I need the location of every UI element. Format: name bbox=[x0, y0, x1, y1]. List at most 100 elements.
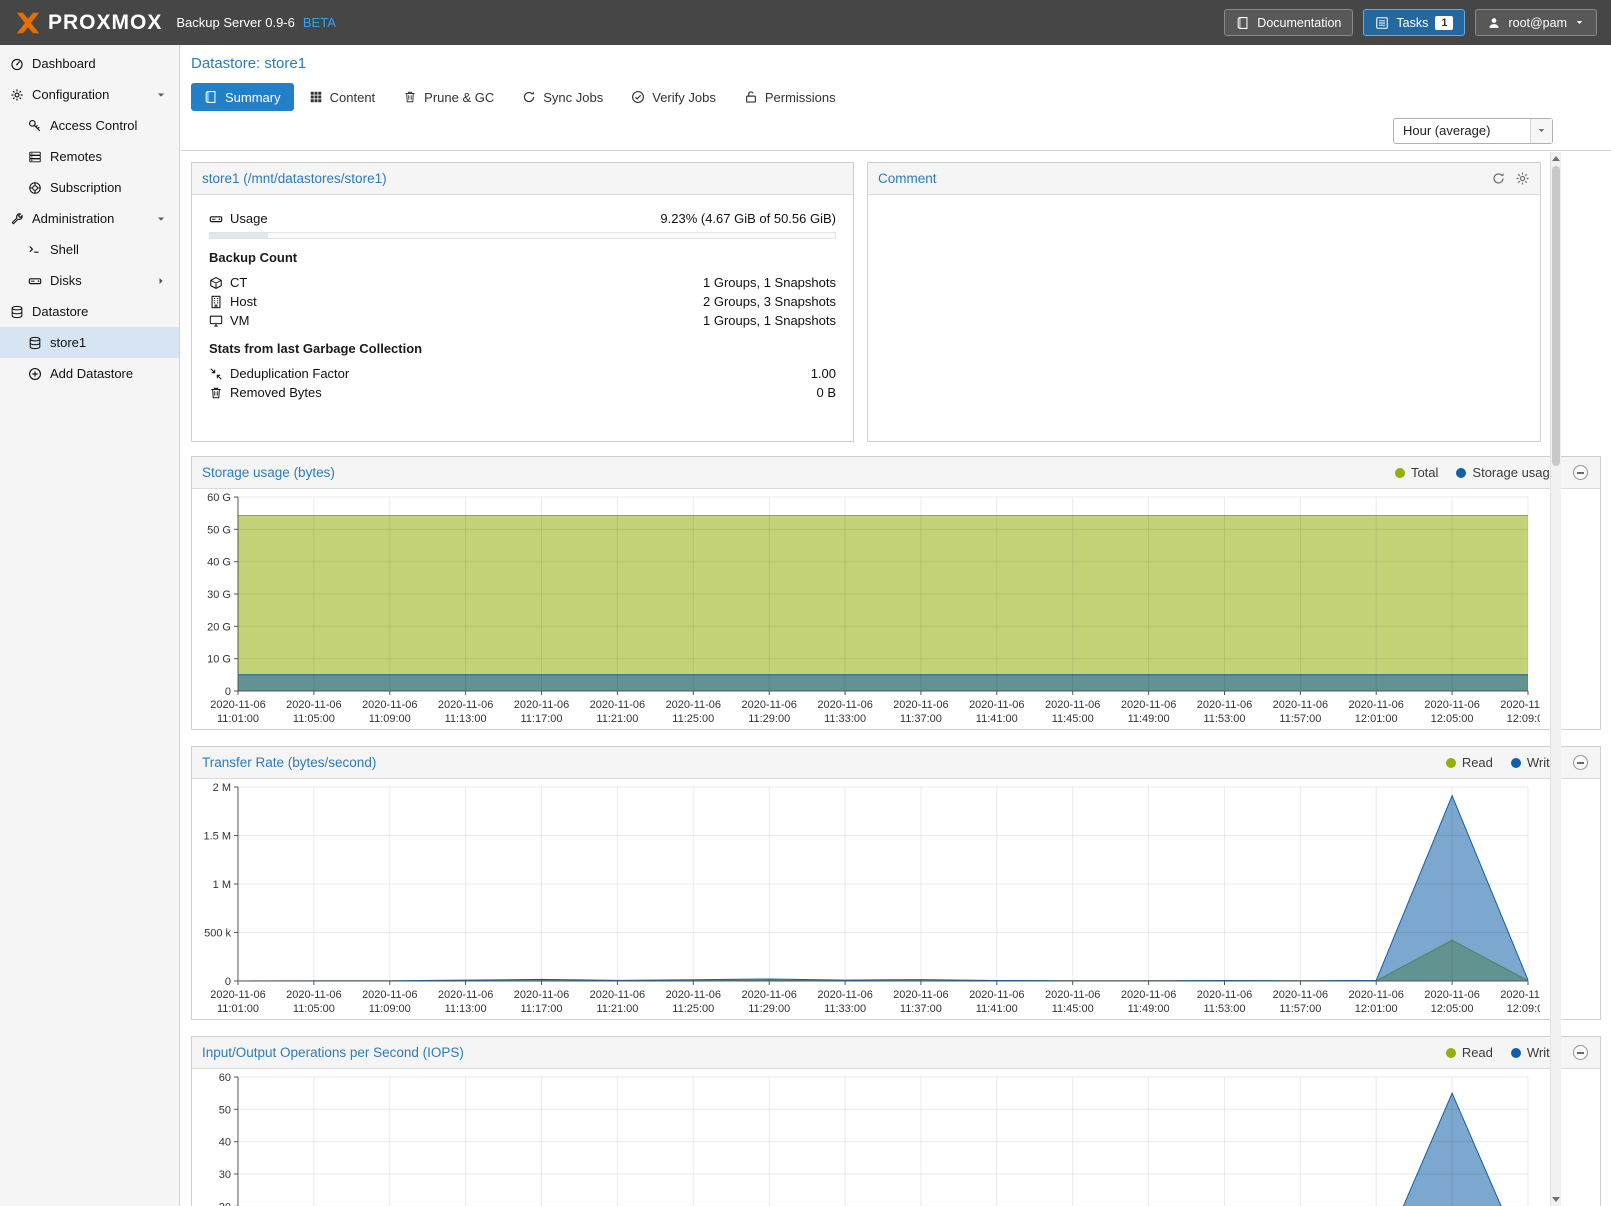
collapse-icon[interactable] bbox=[1573, 465, 1588, 480]
tab-sync-jobs[interactable]: Sync Jobs bbox=[509, 83, 616, 111]
storage-chart-header: Storage usage (bytes) Total Storage usag… bbox=[192, 457, 1600, 489]
proxmox-x-icon bbox=[14, 11, 42, 35]
sidebar-item-label: Access Control bbox=[50, 118, 137, 133]
sidebar-item-add-datastore[interactable]: Add Datastore bbox=[0, 358, 179, 389]
check-circle-icon bbox=[631, 90, 645, 104]
svg-text:2020-11-06: 2020-11-06 bbox=[362, 989, 417, 1001]
sidebar-item-access-control[interactable]: Access Control bbox=[0, 110, 179, 141]
gear-icon[interactable] bbox=[1515, 171, 1530, 186]
svg-text:2020-11-06: 2020-11-06 bbox=[817, 989, 872, 1001]
sidebar-item-label: Shell bbox=[50, 242, 79, 257]
refresh-icon[interactable] bbox=[1491, 171, 1506, 186]
sidebar-item-subscription[interactable]: Subscription bbox=[0, 172, 179, 203]
svg-text:30 G: 30 G bbox=[207, 589, 231, 601]
tasks-button[interactable]: Tasks 1 bbox=[1363, 9, 1465, 36]
documentation-button[interactable]: Documentation bbox=[1224, 9, 1353, 36]
sidebar-item-configuration[interactable]: Configuration bbox=[0, 79, 179, 110]
server-icon bbox=[28, 150, 42, 164]
sidebar-item-dashboard[interactable]: Dashboard bbox=[0, 48, 179, 79]
svg-text:11:05:00: 11:05:00 bbox=[293, 1003, 335, 1015]
sidebar-item-shell[interactable]: Shell bbox=[0, 234, 179, 265]
caret-down-icon[interactable] bbox=[155, 213, 167, 225]
tab-label: Permissions bbox=[765, 90, 836, 105]
tab-content[interactable]: Content bbox=[296, 83, 389, 111]
svg-text:2020-11-06: 2020-11-06 bbox=[438, 989, 493, 1001]
transfer-chart-title: Transfer Rate (bytes/second) bbox=[202, 755, 376, 770]
host-value: 2 Groups, 3 Snapshots bbox=[703, 294, 836, 309]
sidebar-item-label: Subscription bbox=[50, 180, 122, 195]
sidebar-item-store1[interactable]: store1 bbox=[0, 327, 179, 358]
sidebar-item-label: Dashboard bbox=[32, 56, 96, 71]
svg-text:30: 30 bbox=[219, 1169, 231, 1181]
svg-text:2020-11-06: 2020-11-06 bbox=[1121, 699, 1176, 711]
svg-text:11:17:00: 11:17:00 bbox=[520, 1003, 562, 1015]
tab-verify-jobs[interactable]: Verify Jobs bbox=[618, 83, 729, 111]
svg-text:2020-11-06: 2020-11-06 bbox=[1500, 699, 1540, 711]
caret-down-icon[interactable] bbox=[155, 89, 167, 101]
collapse-icon[interactable] bbox=[1573, 1045, 1588, 1060]
sidebar: Dashboard Configuration Access Control R… bbox=[0, 45, 180, 1206]
svg-text:12:01:00: 12:01:00 bbox=[1355, 1003, 1398, 1015]
interval-select[interactable]: Hour (average) bbox=[1393, 118, 1553, 144]
legend-read[interactable]: Read bbox=[1446, 1045, 1493, 1060]
svg-text:11:57:00: 11:57:00 bbox=[1279, 1003, 1321, 1015]
usage-row: Usage 9.23% (4.67 GiB of 50.56 GiB) bbox=[209, 209, 836, 228]
tab-summary[interactable]: Summary bbox=[191, 83, 294, 111]
host-row: Host 2 Groups, 3 Snapshots bbox=[209, 292, 836, 311]
svg-text:2020-11-06: 2020-11-06 bbox=[1197, 699, 1252, 711]
iops-chart-panel: Input/Output Operations per Second (IOPS… bbox=[191, 1036, 1601, 1206]
removed-bytes-value: 0 B bbox=[816, 385, 836, 400]
beta-link[interactable]: BETA bbox=[303, 15, 336, 30]
scroll-down-arrow[interactable] bbox=[1551, 1193, 1561, 1206]
ct-row: CT 1 Groups, 1 Snapshots bbox=[209, 273, 836, 292]
svg-text:11:37:00: 11:37:00 bbox=[900, 713, 942, 725]
svg-text:40 G: 40 G bbox=[207, 557, 231, 569]
comment-content[interactable] bbox=[868, 195, 1540, 223]
scroll-up-arrow[interactable] bbox=[1551, 152, 1561, 165]
ct-label: CT bbox=[230, 275, 247, 290]
svg-text:11:41:00: 11:41:00 bbox=[976, 713, 1018, 725]
svg-text:60: 60 bbox=[219, 1072, 231, 1084]
proxmox-logo: PROXMOX bbox=[14, 11, 162, 35]
legend-storage-usage[interactable]: Storage usage bbox=[1456, 465, 1557, 480]
scrollbar-thumb[interactable] bbox=[1552, 166, 1560, 466]
database-icon bbox=[28, 336, 42, 350]
dedup-label: Deduplication Factor bbox=[230, 366, 349, 381]
user-menu-button[interactable]: root@pam bbox=[1475, 9, 1597, 36]
iops-chart-header: Input/Output Operations per Second (IOPS… bbox=[192, 1037, 1600, 1069]
collapse-icon[interactable] bbox=[1573, 755, 1588, 770]
svg-text:2020-11-06: 2020-11-06 bbox=[590, 699, 645, 711]
sidebar-item-administration[interactable]: Administration bbox=[0, 203, 179, 234]
svg-text:11:01:00: 11:01:00 bbox=[217, 713, 259, 725]
brand-text: PROXMOX bbox=[48, 11, 162, 35]
vertical-scrollbar[interactable] bbox=[1550, 152, 1561, 1206]
main-content: Datastore: store1 Summary Content Prune … bbox=[181, 45, 1611, 1206]
legend-dot bbox=[1446, 758, 1456, 768]
page-title: Datastore: store1 bbox=[181, 45, 1611, 81]
legend-total[interactable]: Total bbox=[1395, 465, 1438, 480]
gauge-icon bbox=[10, 57, 24, 71]
vm-label: VM bbox=[230, 313, 250, 328]
sidebar-item-remotes[interactable]: Remotes bbox=[0, 141, 179, 172]
tab-label: Verify Jobs bbox=[652, 90, 716, 105]
caret-right-icon[interactable] bbox=[155, 275, 167, 287]
svg-text:2 M: 2 M bbox=[213, 782, 231, 794]
sidebar-item-label: Administration bbox=[32, 211, 114, 226]
svg-text:2020-11-06: 2020-11-06 bbox=[969, 699, 1024, 711]
svg-text:2020-11-06: 2020-11-06 bbox=[893, 989, 948, 1001]
sidebar-item-datastore[interactable]: Datastore bbox=[0, 296, 179, 327]
usage-progress-bar bbox=[209, 232, 836, 239]
sidebar-item-disks[interactable]: Disks bbox=[0, 265, 179, 296]
legend-read[interactable]: Read bbox=[1446, 755, 1493, 770]
vm-row: VM 1 Groups, 1 Snapshots bbox=[209, 311, 836, 330]
tab-prune-gc[interactable]: Prune & GC bbox=[390, 83, 507, 111]
svg-text:0: 0 bbox=[225, 976, 231, 988]
svg-text:2020-11-06: 2020-11-06 bbox=[1424, 989, 1479, 1001]
svg-text:11:49:00: 11:49:00 bbox=[1128, 713, 1170, 725]
legend-dot bbox=[1446, 1048, 1456, 1058]
svg-text:2020-11-06: 2020-11-06 bbox=[666, 699, 721, 711]
svg-text:20: 20 bbox=[219, 1201, 231, 1206]
header-actions: Documentation Tasks 1 root@pam bbox=[1224, 9, 1597, 36]
desktop-icon bbox=[209, 314, 223, 328]
tab-permissions[interactable]: Permissions bbox=[731, 83, 849, 111]
